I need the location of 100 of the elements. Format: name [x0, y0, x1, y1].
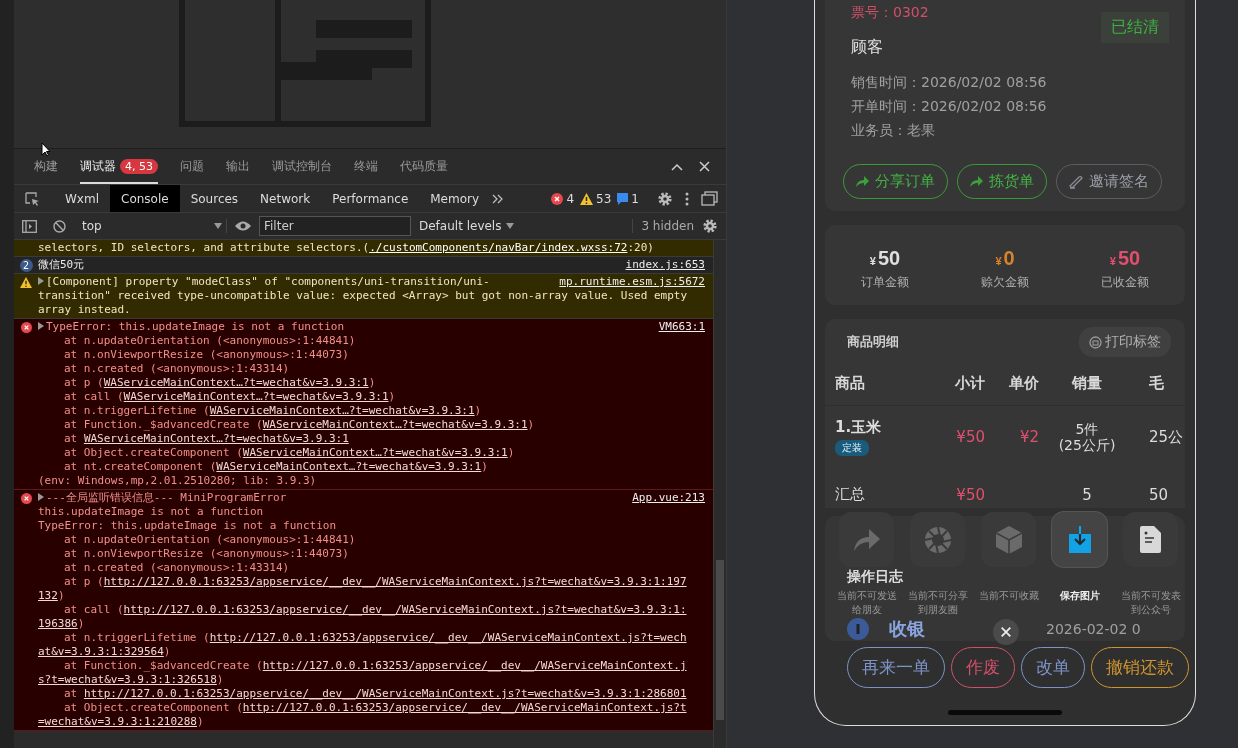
- filter-field[interactable]: Filter: [259, 216, 411, 236]
- message-line: at nt.createComponent (WAServiceMainContext…?t=wechat&v=3.9.3:1): [64, 460, 488, 474]
- table-cell-text: ¥2: [1018, 428, 1039, 446]
- caret-icon: [214, 223, 222, 229]
- source-link[interactable]: http://127.0.0.1:63253/appservice/__dev__/WAServiceMainContext.js?t=wechat&v=3.9.3:1:286801: [83, 687, 687, 700]
- column-header: 销量: [1070, 373, 1103, 393]
- table-cell-text: 5: [1081, 486, 1093, 504]
- settings-icon[interactable]: [657, 190, 673, 207]
- source-link[interactable]: index.js:653: [625, 258, 705, 272]
- source-link[interactable]: WAServiceMainContext…?t=wechat&v=3.9.3:1: [103, 376, 369, 389]
- dock-icon[interactable]: [701, 191, 718, 206]
- source-link[interactable]: http://127.0.0.1:63253/appservice/__dev__/WAServiceMainContext.j: [262, 659, 687, 672]
- source-link[interactable]: App.vue:213: [632, 491, 705, 505]
- status-tag: 已结清: [1101, 12, 1169, 43]
- error-icon: [20, 322, 32, 333]
- source-link[interactable]: WAServiceMainContext…?t=wechat&v=3.9.3:1: [242, 446, 508, 459]
- source-link[interactable]: 132: [38, 589, 58, 602]
- source-link[interactable]: WAServiceMainContext…?t=wechat&v=3.9.3:1: [123, 390, 389, 403]
- message-line: at n.created (<anonymous>:1:43314): [64, 561, 290, 575]
- message-line: at call (http://127.0.0.1:63253/appservice/__dev__/WAServiceMainContext.js?t=wechat&v=3.9.3:1:: [64, 603, 687, 617]
- message-line: TypeError: this.updateImage is not a function: [38, 519, 336, 533]
- source-link[interactable]: ./customComponents/navBar/index.wxss:72: [369, 241, 628, 254]
- print-button[interactable]: 打印标签: [1079, 327, 1171, 357]
- devtools-tab[interactable]: Memory: [419, 185, 491, 212]
- eye-icon[interactable]: [235, 221, 251, 231]
- panel-tab[interactable]: 输出: [226, 149, 250, 184]
- source-link[interactable]: WAServiceMainContext…?t=wechat&v=3.9.3:1: [83, 432, 349, 445]
- source-link[interactable]: s?t=wechat&v=3.9.3:1:326518: [38, 673, 217, 686]
- panel-tab[interactable]: 调试器 4, 53: [80, 149, 158, 184]
- counter-text: 4: [566, 191, 575, 206]
- hidden-count: 3 hidden: [632, 219, 694, 233]
- tab-label: 问题: [180, 158, 204, 175]
- section-title: 商品明细: [847, 333, 899, 351]
- message-line: at Object.createComponent (http://127.0.0.1:63253/appservice/__dev__/WAServiceMainContext.js?t: [64, 701, 687, 715]
- expand-icon[interactable]: [38, 322, 44, 330]
- source-link[interactable]: =wechat&v=3.9.3:1:210288: [38, 715, 197, 728]
- scrollbar[interactable]: [713, 240, 726, 748]
- message-line: at n.onViewportResize (<anonymous>:1:44073): [64, 348, 349, 362]
- share-option-button[interactable]: [1052, 512, 1107, 567]
- share-option-label: 当前不可分享到朋友圈: [906, 589, 969, 617]
- table-cell-text: 5件: [1074, 421, 1100, 437]
- devtools-tab[interactable]: Wxml: [54, 185, 110, 212]
- share-option-label: 当前不可收藏: [977, 589, 1040, 603]
- more-tabs-icon[interactable]: [492, 193, 504, 204]
- source-link[interactable]: VM663:1: [658, 320, 705, 334]
- message-line: at n.triggerLifetime (http://127.0.0.1:63253/appservice/__dev__/WAServiceMainContext.js?t=wech: [64, 631, 687, 645]
- close-icon[interactable]: [993, 619, 1019, 645]
- expand-icon[interactable]: [38, 493, 44, 501]
- devtools-tab[interactable]: Network: [249, 185, 322, 212]
- message-line: at Function._$advancedCreate (WAServiceMainContext…?t=wechat&v=3.9.3:1): [64, 418, 535, 432]
- source-link[interactable]: WAServiceMainContext…?t=wechat&v=3.9.3:1: [209, 404, 475, 417]
- source-link[interactable]: mp.runtime.esm.js:5672: [559, 275, 705, 289]
- source-link[interactable]: http://127.0.0.1:63253/appservice/__dev__/WAServiceMainContext.js?t=wechat&v=3.9.3:1:: [123, 603, 687, 616]
- panel-tab[interactable]: 调试控制台: [272, 149, 332, 184]
- context-select[interactable]: top: [74, 219, 227, 233]
- message-line: [Component] property "modeClass" of "components/uni-transition/uni-: [38, 275, 490, 289]
- source-link[interactable]: http://127.0.0.1:63253/appservice/__dev__/WAServiceMainContext.js?t: [242, 701, 687, 714]
- more-icon[interactable]: [685, 191, 689, 206]
- panel-tab[interactable]: 构建: [34, 149, 58, 184]
- devtools-tab[interactable]: Performance: [321, 185, 420, 212]
- clear-icon[interactable]: [53, 219, 66, 233]
- close-icon[interactable]: [699, 161, 710, 172]
- message-line: at p (WAServiceMainContext…?t=wechat&v=3.9.3:1): [64, 376, 376, 390]
- share-icon: [970, 176, 983, 187]
- chevron-up-icon[interactable]: [671, 162, 683, 171]
- message-line: 微信50元: [38, 258, 85, 272]
- message-line: at n.triggerLifetime (WAServiceMainContext…?t=wechat&v=3.9.3:1): [64, 404, 482, 418]
- panel-tab[interactable]: 问题: [180, 149, 204, 184]
- caret-icon: [506, 223, 515, 229]
- sidebar-icon[interactable]: [22, 219, 37, 233]
- download-icon: [1068, 526, 1091, 553]
- source-link[interactable]: 196386: [38, 617, 78, 630]
- table-cell-text: (25公斤): [1057, 437, 1117, 453]
- source-link[interactable]: WAServiceMainContext…?t=wechat&v=3.9.3:1: [216, 460, 482, 473]
- message-line: at n.updateOrientation (<anonymous>:1:44841): [64, 533, 356, 547]
- expand-icon[interactable]: [38, 277, 44, 285]
- inspect-icon[interactable]: [24, 190, 40, 207]
- log-action: 收银: [889, 617, 925, 641]
- source-link[interactable]: http://127.0.0.1:63253/appservice/__dev__/WAServiceMainContext.js?t=wechat&v=3.9.3:1:197: [103, 575, 687, 588]
- share-option-button[interactable]: [1123, 512, 1178, 567]
- message-line: ---全局监听错误信息--- MiniProgramError: [38, 491, 287, 505]
- panel-tab[interactable]: 终端: [354, 149, 378, 184]
- panel-tab[interactable]: 代码质量: [400, 149, 448, 184]
- amount-label: 赊欠金额: [980, 274, 1030, 291]
- levels-select[interactable]: Default levels: [419, 219, 515, 233]
- counter-text: 1: [631, 191, 639, 206]
- message-line: transition" received type-uncompatible value: expected <Array> but got non-array value. Used empty: [38, 289, 687, 303]
- settings-icon[interactable]: [702, 218, 718, 234]
- source-link[interactable]: http://127.0.0.1:63253/appservice/__dev__/WAServiceMainContext.js?t=wech: [209, 631, 687, 644]
- warning-icon: [20, 277, 32, 288]
- share-option-label: 当前不可发送给朋友: [835, 589, 898, 617]
- message-line: 196386): [38, 617, 85, 631]
- source-link[interactable]: at&v=3.9.3:1:329564: [38, 645, 164, 658]
- source-link[interactable]: WAServiceMainContext…?t=wechat&v=3.9.3:1: [262, 418, 528, 431]
- message-line: this.updateImage is not a function: [38, 505, 264, 519]
- devtools-tab[interactable]: Sources: [179, 185, 250, 212]
- devtools-tab[interactable]: Console: [110, 185, 180, 212]
- share-option-label: 保存图片: [1058, 589, 1101, 603]
- column-header: 商品: [834, 373, 866, 393]
- message-line: at&v=3.9.3:1:329564): [38, 645, 171, 659]
